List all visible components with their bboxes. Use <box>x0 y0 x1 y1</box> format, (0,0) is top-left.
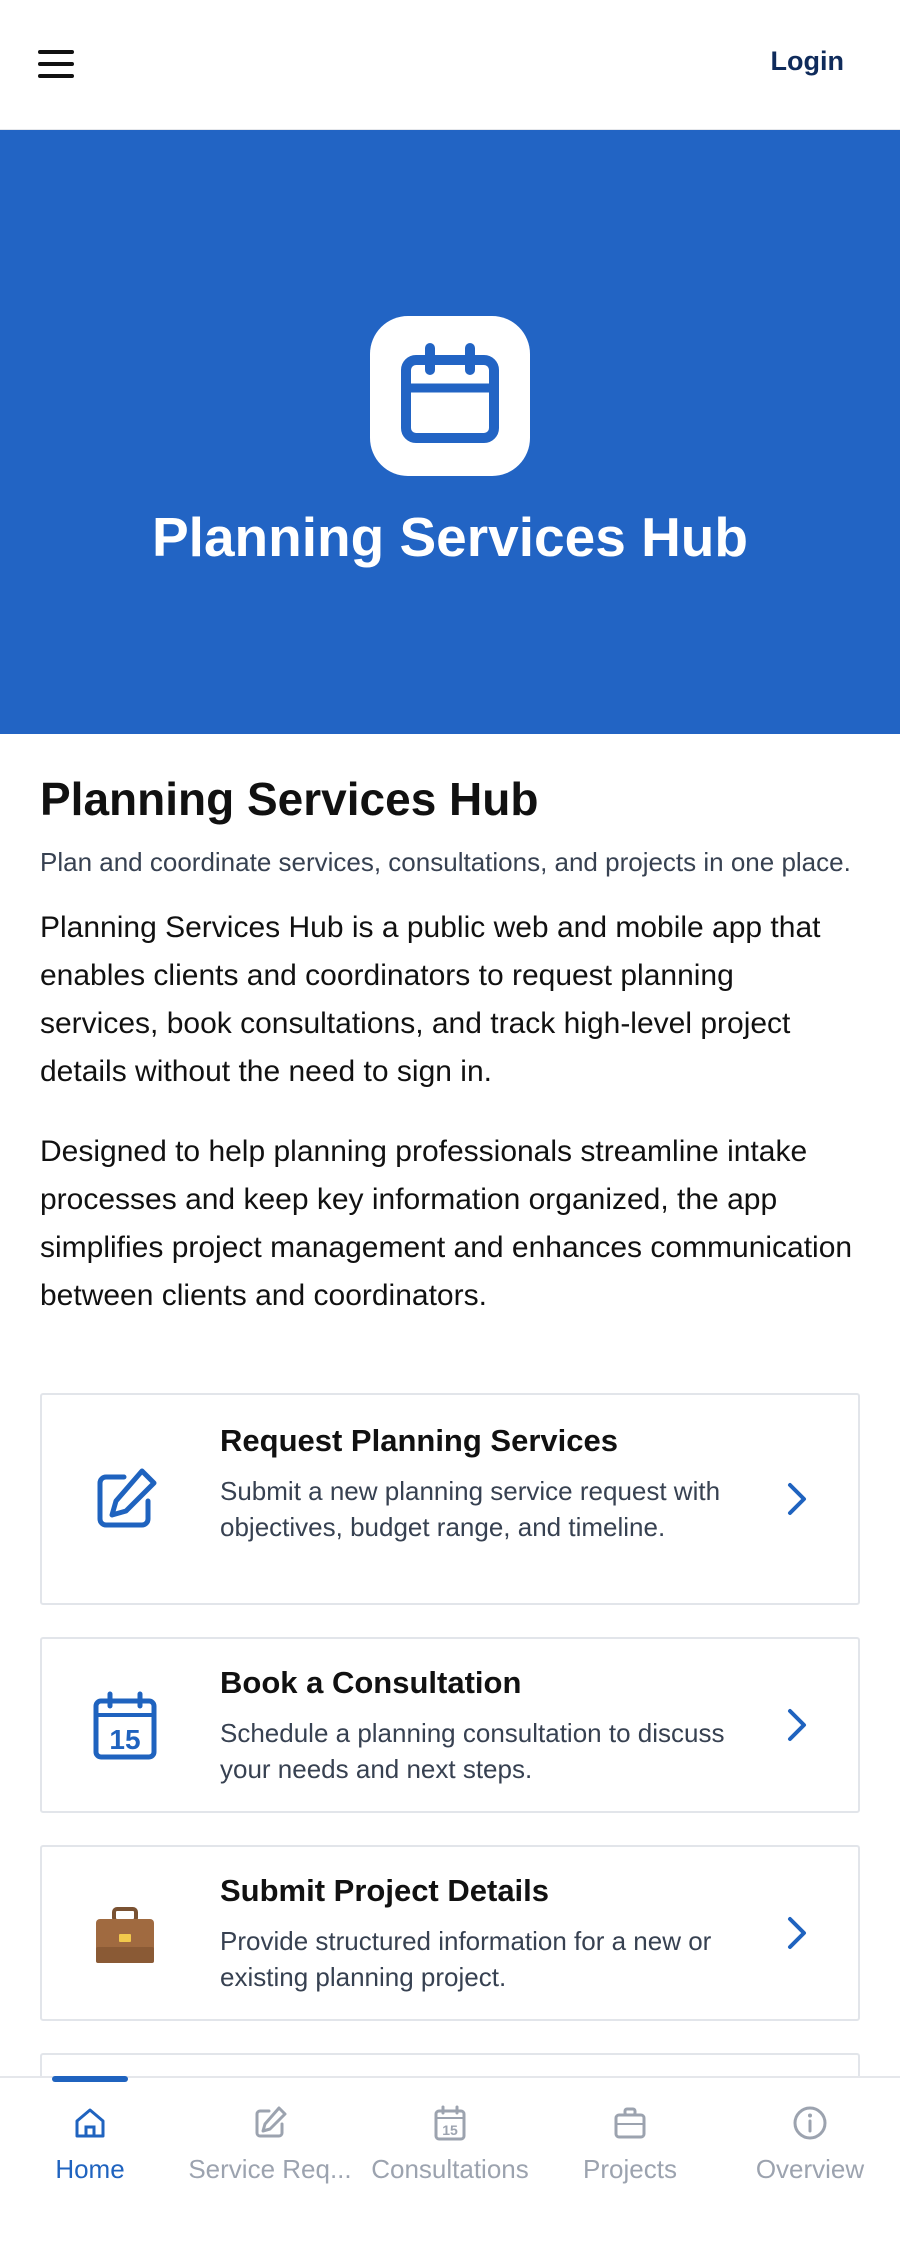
action-cards: Request Planning Services Submit a new p… <box>40 1393 860 2113</box>
main-content: Planning Services Hub Plan and coordinat… <box>40 734 860 1320</box>
info-icon <box>792 2105 828 2146</box>
chevron-right-icon <box>786 1915 808 1956</box>
briefcase-icon <box>612 2105 648 2146</box>
nav-projects[interactable]: Projects <box>540 2078 720 2198</box>
card-title: Request Planning Services <box>220 1423 618 1458</box>
edit-icon <box>90 1465 160 1540</box>
svg-text:15: 15 <box>442 2122 458 2138</box>
login-button[interactable]: Login <box>771 46 844 77</box>
nav-service-requests[interactable]: Service Req... <box>180 2078 360 2198</box>
nav-label: Home <box>55 2154 125 2184</box>
calendar-icon <box>370 316 530 476</box>
briefcase-icon <box>90 1901 160 1976</box>
nav-consultations[interactable]: 15 Consultations <box>360 2078 540 2198</box>
hero-banner: Planning Services Hub <box>0 130 900 734</box>
top-bar: Login <box>0 0 900 130</box>
calendar-15-icon: 15 <box>90 1691 160 1766</box>
chevron-right-icon <box>786 1707 808 1748</box>
bottom-navigation: Home Service Req... 15 Consultations Pro… <box>0 2076 900 2254</box>
hamburger-menu-icon[interactable] <box>38 50 74 80</box>
home-icon <box>72 2105 108 2146</box>
chevron-right-icon <box>786 1481 808 1522</box>
calendar-15-icon: 15 <box>432 2105 468 2146</box>
page-subtitle: Plan and coordinate services, consultati… <box>40 847 851 877</box>
hero-title: Planning Services Hub <box>151 506 748 568</box>
nav-label: Projects <box>583 2154 677 2184</box>
card-description: Schedule a planning consultation to disc… <box>220 1718 725 1784</box>
nav-overview[interactable]: Overview <box>720 2078 900 2198</box>
nav-label: Service Req... <box>188 2154 352 2184</box>
card-request-planning-services[interactable]: Request Planning Services Submit a new p… <box>40 1393 860 1605</box>
page-title: Planning Services Hub <box>40 773 539 825</box>
nav-label: Overview <box>755 2154 865 2184</box>
description-paragraph: Designed to help planning professionals … <box>40 1135 853 1312</box>
nav-label: Consultations <box>371 2154 529 2184</box>
card-title: Book a Consultation <box>220 1665 522 1700</box>
card-description: Provide structured information for a new… <box>220 1926 712 1992</box>
card-submit-project-details[interactable]: Submit Project Details Provide structure… <box>40 1845 860 2021</box>
svg-text:15: 15 <box>109 1724 140 1755</box>
card-description: Submit a new planning service request wi… <box>220 1476 721 1542</box>
intro-paragraph: Planning Services Hub is a public web an… <box>40 911 821 1088</box>
card-book-consultation[interactable]: 15 Book a Consultation Schedule a planni… <box>40 1637 860 1813</box>
edit-icon <box>252 2105 288 2146</box>
active-indicator <box>52 2076 128 2082</box>
nav-home[interactable]: Home <box>0 2076 180 2198</box>
card-title: Submit Project Details <box>220 1873 550 1908</box>
